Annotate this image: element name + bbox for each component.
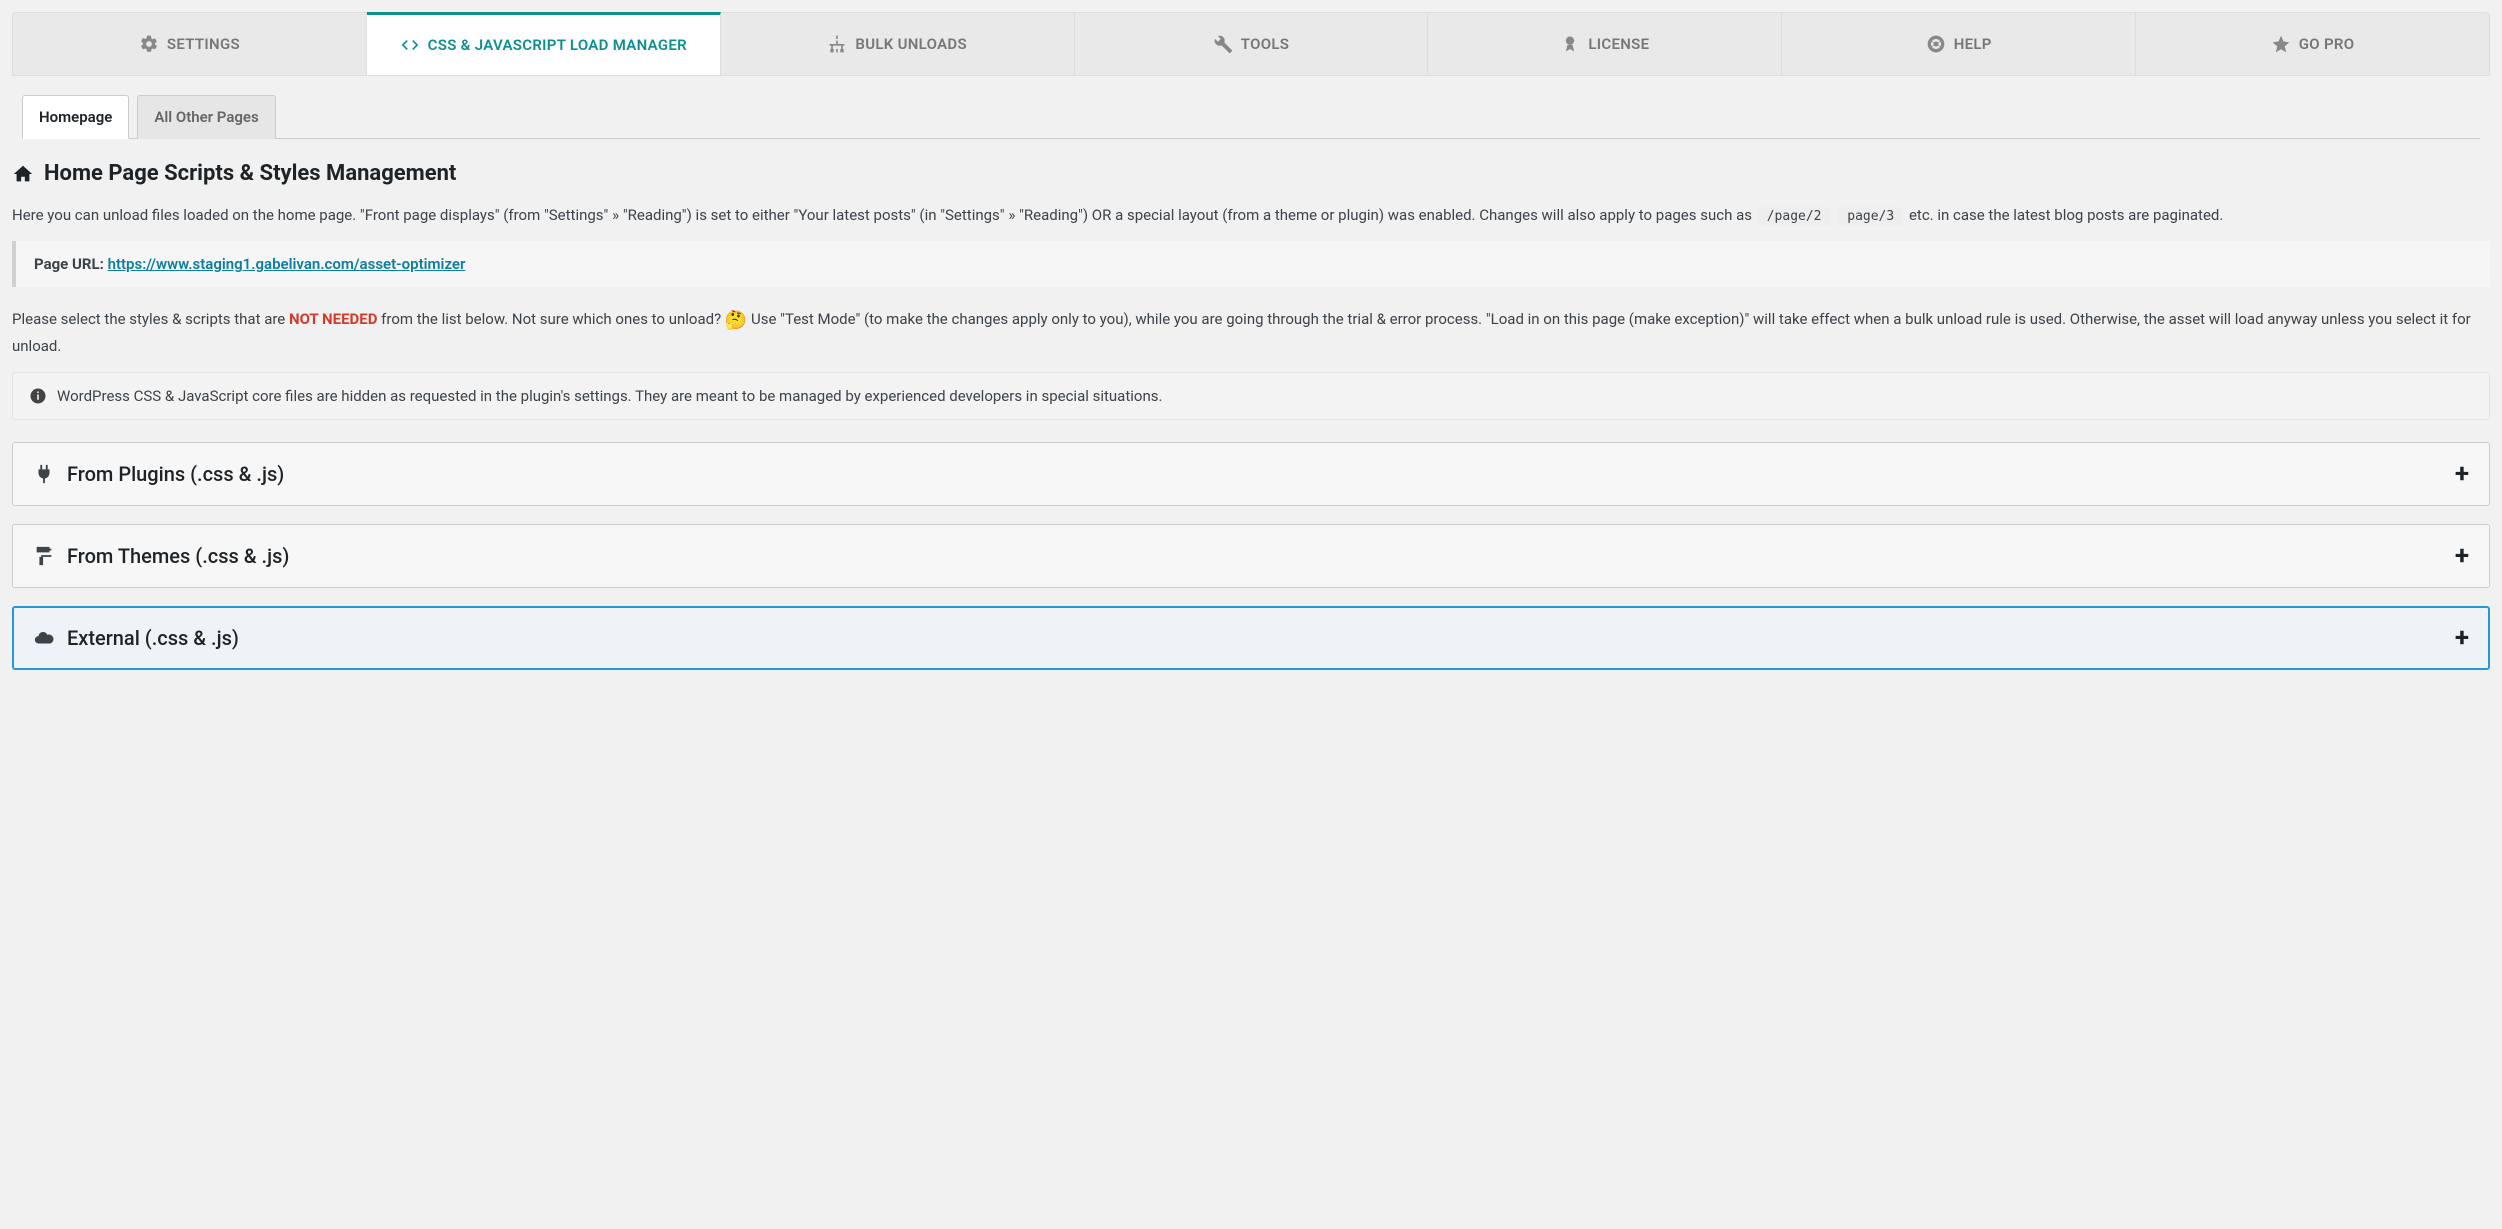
tab-label: TOOLS (1241, 35, 1289, 53)
tab-label: HELP (1954, 35, 1992, 53)
sub-tab-homepage[interactable]: Homepage (22, 95, 129, 139)
tab-go-pro[interactable]: GO PRO (2136, 13, 2489, 75)
tab-label: GO PRO (2299, 35, 2355, 53)
not-needed-label: NOT NEEDED (289, 310, 377, 328)
gear-icon (139, 34, 159, 54)
sub-tab-all-other[interactable]: All Other Pages (137, 95, 275, 139)
code-icon (400, 35, 420, 55)
main-tabs: SETTINGS CSS & JAVASCRIPT LOAD MANAGER B… (12, 12, 2490, 76)
tab-help[interactable]: HELP (1782, 13, 2136, 75)
accordion-title: External (.css & .js) (67, 626, 239, 650)
accordion-title: From Themes (.css & .js) (67, 544, 289, 568)
page-url-link[interactable]: https://www.staging1.gabelivan.com/asset… (108, 255, 466, 273)
tab-settings[interactable]: SETTINGS (13, 13, 367, 75)
sub-tab-label: Homepage (39, 108, 112, 126)
star-icon (2271, 34, 2291, 54)
info-text: WordPress CSS & JavaScript core files ar… (57, 387, 1162, 405)
page-url-box: Page URL: https://www.staging1.gabelivan… (12, 241, 2490, 287)
award-icon (1560, 34, 1580, 54)
code-sample: page/3 (1839, 207, 1902, 226)
accordion-external[interactable]: External (.css & .js) + (12, 606, 2490, 670)
expand-icon: + (2455, 459, 2469, 489)
page-url-label: Page URL: (34, 255, 104, 273)
plug-icon (33, 463, 55, 485)
thinking-emoji-icon: 🤔 (725, 310, 747, 331)
info-notice: WordPress CSS & JavaScript core files ar… (12, 372, 2490, 420)
tab-label: BULK UNLOADS (855, 35, 967, 53)
description-2: Please select the styles & scripts that … (12, 307, 2490, 358)
expand-icon: + (2455, 623, 2469, 653)
wrench-icon (1213, 34, 1233, 54)
accordion-plugins[interactable]: From Plugins (.css & .js) + (12, 442, 2490, 506)
tab-bulk-unloads[interactable]: BULK UNLOADS (721, 13, 1075, 75)
accordion-themes[interactable]: From Themes (.css & .js) + (12, 524, 2490, 588)
sub-tabs: Homepage All Other Pages (22, 94, 2480, 139)
page-heading: Home Page Scripts & Styles Management (12, 161, 2490, 186)
lifebuoy-icon (1926, 34, 1946, 54)
info-icon (29, 387, 47, 405)
sitemap-icon (827, 34, 847, 54)
code-sample: /page/2 (1759, 207, 1830, 226)
tab-load-manager[interactable]: CSS & JAVASCRIPT LOAD MANAGER (367, 12, 721, 75)
page-title: Home Page Scripts & Styles Management (44, 161, 456, 186)
accordion-title: From Plugins (.css & .js) (67, 462, 284, 486)
tab-tools[interactable]: TOOLS (1075, 13, 1429, 75)
tab-label: SETTINGS (167, 35, 240, 53)
expand-icon: + (2455, 541, 2469, 571)
home-icon (12, 163, 34, 185)
tab-license[interactable]: LICENSE (1428, 13, 1782, 75)
cloud-icon (33, 627, 55, 649)
tab-label: LICENSE (1588, 35, 1649, 53)
sub-tab-label: All Other Pages (154, 108, 258, 126)
paint-icon (33, 545, 55, 567)
description-1: Here you can unload files loaded on the … (12, 204, 2490, 227)
tab-label: CSS & JAVASCRIPT LOAD MANAGER (428, 36, 687, 54)
